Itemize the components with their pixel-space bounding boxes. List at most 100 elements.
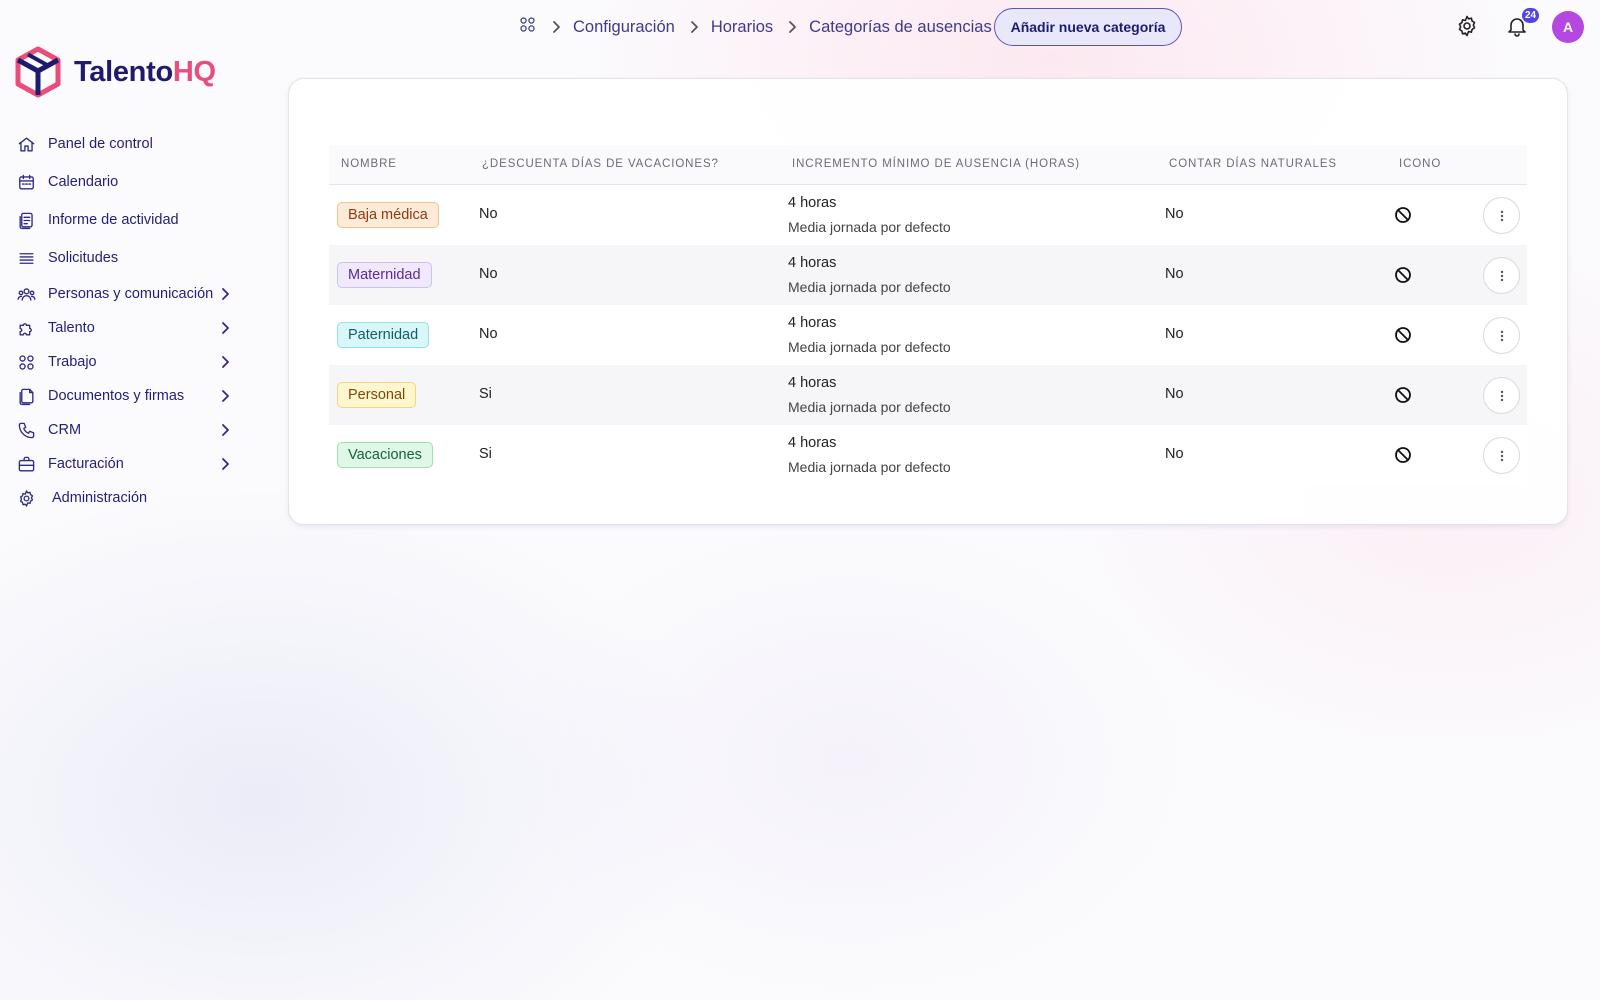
column-header-nombre[interactable]: NOMBRE	[341, 158, 397, 170]
brand-name: TalentoHQ	[74, 56, 216, 89]
row-actions-button[interactable]	[1483, 257, 1520, 294]
discounts-value: Si	[479, 446, 492, 462]
list-icon	[16, 248, 36, 268]
sidebar-item-trabajo[interactable]: Trabajo	[16, 348, 248, 376]
increment-note: Media jornada por defecto	[788, 219, 951, 235]
avatar[interactable]: A	[1552, 11, 1584, 43]
brand-name-part2: HQ	[172, 55, 216, 88]
chevron-right-icon	[218, 389, 232, 403]
sidebar-item-label: Trabajo	[48, 354, 97, 370]
row-actions-button[interactable]	[1483, 197, 1520, 234]
discounts-value: Si	[479, 386, 492, 402]
chevron-right-icon	[218, 457, 232, 471]
natural-days-value: No	[1165, 206, 1184, 222]
chevron-right-icon	[218, 355, 232, 369]
sidebar-item-label: CRM	[48, 422, 82, 438]
natural-days-value: No	[1165, 446, 1184, 462]
breadcrumb-categorias-de-ausencias[interactable]: Categorías de ausencias	[809, 18, 992, 37]
more-vertical-icon	[1500, 330, 1503, 341]
column-header-icono[interactable]: ICONO	[1399, 158, 1441, 170]
table-row[interactable]: Baja médica No 4 horas Media jornada por…	[329, 185, 1527, 245]
natural-days-value: No	[1165, 386, 1184, 402]
increment-note: Media jornada por defecto	[788, 339, 951, 355]
notification-count-badge: 24	[1522, 8, 1540, 23]
more-vertical-icon	[1500, 210, 1503, 221]
sidebar-item-label: Informe de actividad	[48, 212, 179, 228]
increment-value: 4 horas	[788, 375, 837, 391]
more-vertical-icon	[1500, 270, 1503, 281]
column-header-incremento[interactable]: INCREMENTO MÍNIMO DE AUSENCIA (HORAS)	[792, 158, 1080, 170]
activity-report-icon	[16, 210, 36, 230]
chevron-right-icon	[218, 321, 232, 335]
table-row[interactable]: Vacaciones Si 4 horas Media jornada por …	[329, 425, 1527, 485]
brand-name-part1: Talento	[74, 55, 173, 88]
people-icon	[16, 284, 36, 304]
chevron-right-icon	[687, 20, 701, 34]
category-badge: Vacaciones	[337, 442, 433, 468]
discounts-value: No	[479, 326, 498, 342]
increment-value: 4 horas	[788, 255, 837, 271]
sidebar-item-calendario[interactable]: Calendario	[16, 168, 248, 196]
ban-icon	[1394, 266, 1412, 284]
category-badge: Paternidad	[337, 322, 430, 348]
column-header-descuenta[interactable]: ¿DESCUENTA DÍAS DE VACACIONES?	[482, 158, 719, 170]
settings-gear-icon[interactable]	[1455, 14, 1481, 40]
row-actions-button[interactable]	[1483, 317, 1520, 354]
discounts-value: No	[479, 206, 498, 222]
apps-grid-icon[interactable]	[518, 15, 537, 39]
sidebar-item-facturacion[interactable]: Facturación	[16, 450, 248, 478]
gear-icon	[16, 488, 36, 508]
table-row[interactable]: Maternidad No 4 horas Media jornada por …	[329, 245, 1527, 305]
add-category-button[interactable]: Añadir nueva categoría	[994, 8, 1182, 46]
absence-categories-table: NOMBRE ¿DESCUENTA DÍAS DE VACACIONES? IN…	[329, 145, 1527, 485]
breadcrumb-configuracion[interactable]: Configuración	[573, 18, 675, 37]
absence-categories-card: NOMBRE ¿DESCUENTA DÍAS DE VACACIONES? IN…	[288, 78, 1568, 525]
more-vertical-icon	[1500, 390, 1503, 401]
natural-days-value: No	[1165, 326, 1184, 342]
sidebar-item-label: Facturación	[48, 456, 124, 472]
increment-value: 4 horas	[788, 315, 837, 331]
discounts-value: No	[479, 266, 498, 282]
chevron-right-icon	[218, 287, 232, 301]
sidebar-item-crm[interactable]: CRM	[16, 416, 248, 444]
increment-value: 4 horas	[788, 435, 837, 451]
sidebar-item-panel-de-control[interactable]: Panel de control	[16, 130, 248, 158]
topbar: Configuración Horarios Categorías de aus…	[0, 0, 1600, 54]
sidebar-item-administracion[interactable]: Administración	[16, 484, 248, 512]
sidebar-item-label: Solicitudes	[48, 250, 119, 266]
sidebar-item-informe-de-actividad[interactable]: Informe de actividad	[16, 206, 248, 234]
ban-icon	[1394, 326, 1412, 344]
increment-note: Media jornada por defecto	[788, 279, 951, 295]
briefcase-icon	[16, 454, 36, 474]
chevron-right-icon	[785, 20, 799, 34]
sidebar-item-label: Administración	[52, 490, 148, 506]
increment-note: Media jornada por defecto	[788, 459, 951, 475]
sidebar-item-label: Talento	[48, 320, 95, 336]
sidebar-item-label: Documentos y firmas	[48, 388, 185, 404]
increment-value: 4 horas	[788, 195, 837, 211]
sidebar-item-documentos-y-firmas[interactable]: Documentos y firmas	[16, 382, 248, 410]
sidebar-item-solicitudes[interactable]: Solicitudes	[16, 244, 248, 272]
grid-icon	[16, 352, 36, 372]
home-icon	[16, 134, 36, 154]
table-row[interactable]: Paternidad No 4 horas Media jornada por …	[329, 305, 1527, 365]
table-header: NOMBRE ¿DESCUENTA DÍAS DE VACACIONES? IN…	[329, 145, 1527, 185]
documents-icon	[16, 386, 36, 406]
ban-icon	[1394, 446, 1412, 464]
row-actions-button[interactable]	[1483, 437, 1520, 474]
more-vertical-icon	[1500, 450, 1503, 461]
row-actions-button[interactable]	[1483, 377, 1520, 414]
ban-icon	[1394, 206, 1412, 224]
phone-icon	[16, 420, 36, 440]
column-header-dias-naturales[interactable]: CONTAR DÍAS NATURALES	[1169, 158, 1337, 170]
natural-days-value: No	[1165, 266, 1184, 282]
calendar-icon	[16, 172, 36, 192]
breadcrumb: Configuración Horarios Categorías de aus…	[518, 16, 992, 38]
sidebar-item-label: Personas y comunicación	[48, 286, 214, 302]
category-badge: Baja médica	[337, 202, 439, 228]
sidebar-item-talento[interactable]: Talento	[16, 314, 248, 342]
breadcrumb-horarios[interactable]: Horarios	[711, 18, 773, 37]
increment-note: Media jornada por defecto	[788, 399, 951, 415]
table-row[interactable]: Personal Si 4 horas Media jornada por de…	[329, 365, 1527, 425]
sidebar-item-personas-y-comunicacion[interactable]: Personas y comunicación	[16, 280, 248, 308]
